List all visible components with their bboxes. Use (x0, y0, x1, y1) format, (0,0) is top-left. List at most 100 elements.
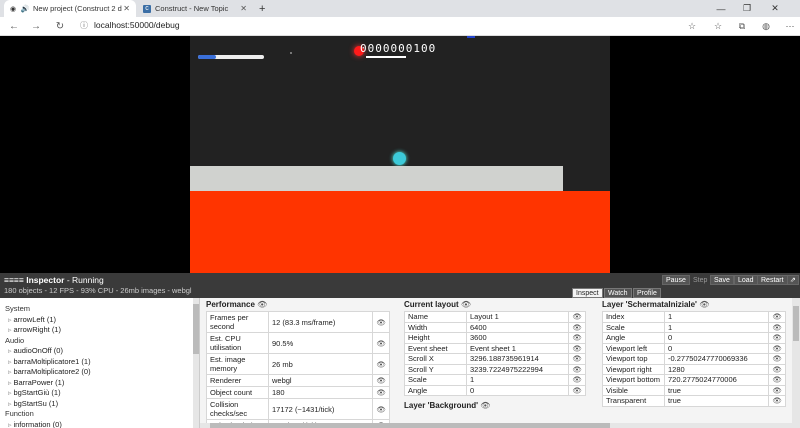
property-value[interactable]: 0 (465, 384, 570, 396)
tree-item[interactable]: barraMoltiplicatore1 (1) (0, 357, 199, 368)
property-value[interactable]: 180 (267, 386, 374, 399)
back-icon[interactable]: ← (6, 19, 22, 34)
property-value[interactable]: 1 (465, 374, 570, 386)
watch-eye-icon[interactable]: 👁 (372, 386, 390, 399)
tree-scrollbar-thumb[interactable] (193, 304, 199, 354)
tree-category[interactable]: Function (0, 409, 199, 420)
watch-eye-icon[interactable]: 👁 (372, 353, 390, 375)
watch-eye-icon[interactable]: 👁 (768, 332, 786, 344)
property-value[interactable]: 1280 (663, 363, 770, 375)
watch-eye-icon[interactable]: 👁 (768, 384, 786, 396)
tree-item[interactable]: audioOnOff (0) (0, 346, 199, 357)
forward-icon[interactable]: → (28, 19, 44, 34)
tree-item[interactable]: arrowRight (1) (0, 325, 199, 336)
tab-profile[interactable]: Profile (633, 288, 661, 298)
pause-button[interactable]: Pause (662, 275, 690, 285)
horizontal-scrollbar-thumb[interactable] (210, 423, 610, 428)
property-name: Scroll Y (404, 363, 467, 375)
restart-button[interactable]: Restart (757, 275, 788, 285)
eye-icon[interactable]: 👁 (699, 300, 709, 309)
property-value[interactable]: 3239.7224975222994 (465, 363, 570, 375)
step-button[interactable]: Step (689, 275, 711, 285)
tree-item[interactable]: BarraPower (1) (0, 378, 199, 389)
tree-item[interactable]: barraMoltiplicatore2 (0) (0, 367, 199, 378)
more-icon[interactable]: ⋯ (782, 19, 798, 34)
tree-scrollbar[interactable] (193, 298, 199, 428)
property-value[interactable]: 26 mb (267, 353, 374, 375)
menu-icon[interactable]: ≡≡≡≡ (4, 275, 26, 285)
watch-eye-icon[interactable]: 👁 (568, 374, 586, 386)
property-value[interactable]: Layout 1 (465, 311, 570, 323)
property-value[interactable]: 720.2775024770006 (663, 374, 770, 386)
tree-item[interactable]: arrowLeft (1) (0, 315, 199, 326)
favorites-icon[interactable]: ☆ (710, 19, 726, 34)
property-value[interactable]: true (663, 395, 770, 407)
property-value[interactable]: webgl (267, 374, 374, 387)
property-value[interactable]: 6400 (465, 321, 570, 333)
load-button[interactable]: Load (734, 275, 758, 285)
inspector-scrollbar-thumb[interactable] (793, 306, 799, 341)
eye-icon[interactable]: 👁 (480, 401, 490, 410)
watch-eye-icon[interactable]: 👁 (768, 321, 786, 333)
watch-eye-icon[interactable]: 👁 (568, 311, 586, 323)
watch-eye-icon[interactable]: 👁 (568, 342, 586, 354)
watch-eye-icon[interactable]: 👁 (768, 353, 786, 365)
new-tab-button[interactable]: + (254, 0, 270, 17)
watch-eye-icon[interactable]: 👁 (568, 353, 586, 365)
property-value[interactable]: -0.27750247770069336 (663, 353, 770, 365)
horizontal-scrollbar[interactable] (200, 423, 792, 428)
close-tab-icon[interactable]: ✕ (240, 4, 247, 13)
watch-eye-icon[interactable]: 👁 (372, 374, 390, 387)
reload-icon[interactable]: ↻ (52, 19, 68, 34)
watch-eye-icon[interactable]: 👁 (372, 398, 390, 420)
watch-eye-icon[interactable]: 👁 (568, 321, 586, 333)
property-value[interactable]: 17172 (~1431/tick) (267, 398, 374, 420)
property-value[interactable]: 1 (663, 311, 770, 323)
eye-icon[interactable]: 👁 (257, 300, 267, 309)
tab-watch[interactable]: Watch (604, 288, 632, 298)
property-row: Viewport top -0.27750247770069336 👁 (602, 353, 786, 365)
save-button[interactable]: Save (710, 275, 734, 285)
watch-eye-icon[interactable]: 👁 (372, 332, 390, 354)
tree-category[interactable]: System (0, 304, 199, 315)
profile-icon[interactable]: ◍ (758, 19, 774, 34)
eye-icon[interactable]: 👁 (461, 300, 471, 309)
close-tab-icon[interactable]: ✕ (123, 4, 130, 13)
watch-eye-icon[interactable]: 👁 (768, 374, 786, 386)
tab-new-project[interactable]: ◉ 🔊 New project (Construct 2 d ✕ (4, 0, 136, 17)
close-window-icon[interactable]: ✕ (762, 0, 788, 17)
tree-item[interactable]: information (0) (0, 420, 199, 428)
tree-item[interactable]: bgStartSu (1) (0, 399, 199, 410)
tree-item[interactable]: bgStartGiù (1) (0, 388, 199, 399)
watch-eye-icon[interactable]: 👁 (372, 311, 390, 333)
collections-icon[interactable]: ⧉ (734, 19, 750, 34)
star-icon[interactable]: ☆ (684, 19, 700, 34)
property-value[interactable]: 12 (83.3 ms/frame) (267, 311, 374, 333)
minimize-icon[interactable]: — (708, 0, 734, 17)
watch-eye-icon[interactable]: 👁 (768, 342, 786, 354)
property-value[interactable]: 0 (663, 332, 770, 344)
property-row: Frames per second 12 (83.3 ms/frame) 👁 (206, 311, 390, 333)
info-icon[interactable]: ⓘ (80, 21, 88, 30)
watch-eye-icon[interactable]: 👁 (568, 332, 586, 344)
watch-eye-icon[interactable]: 👁 (568, 384, 586, 396)
watch-eye-icon[interactable]: 👁 (768, 311, 786, 323)
inspector-scrollbar[interactable] (792, 298, 800, 428)
url-field[interactable]: ⓘ localhost:50000/debug (80, 20, 180, 31)
tree-category[interactable]: Audio (0, 336, 199, 347)
tab-inspect[interactable]: Inspect (572, 288, 603, 298)
watch-eye-icon[interactable]: 👁 (768, 395, 786, 407)
popout-icon[interactable]: ⇗ (787, 275, 799, 285)
watch-eye-icon[interactable]: 👁 (568, 363, 586, 375)
property-value[interactable]: 0 (663, 342, 770, 354)
tab-construct-topic[interactable]: c Construct - New Topic ✕ (138, 0, 253, 17)
watch-eye-icon[interactable]: 👁 (768, 363, 786, 375)
maximize-icon[interactable]: ❐ (734, 0, 760, 17)
game-canvas[interactable]: 0000000100 (190, 36, 610, 273)
property-value[interactable]: true (663, 384, 770, 396)
property-value[interactable]: Event sheet 1 (465, 342, 570, 354)
property-value[interactable]: 1 (663, 321, 770, 333)
property-value[interactable]: 3600 (465, 332, 570, 344)
property-value[interactable]: 90.5% (267, 332, 374, 354)
property-value[interactable]: 3296.188735961914 (465, 353, 570, 365)
